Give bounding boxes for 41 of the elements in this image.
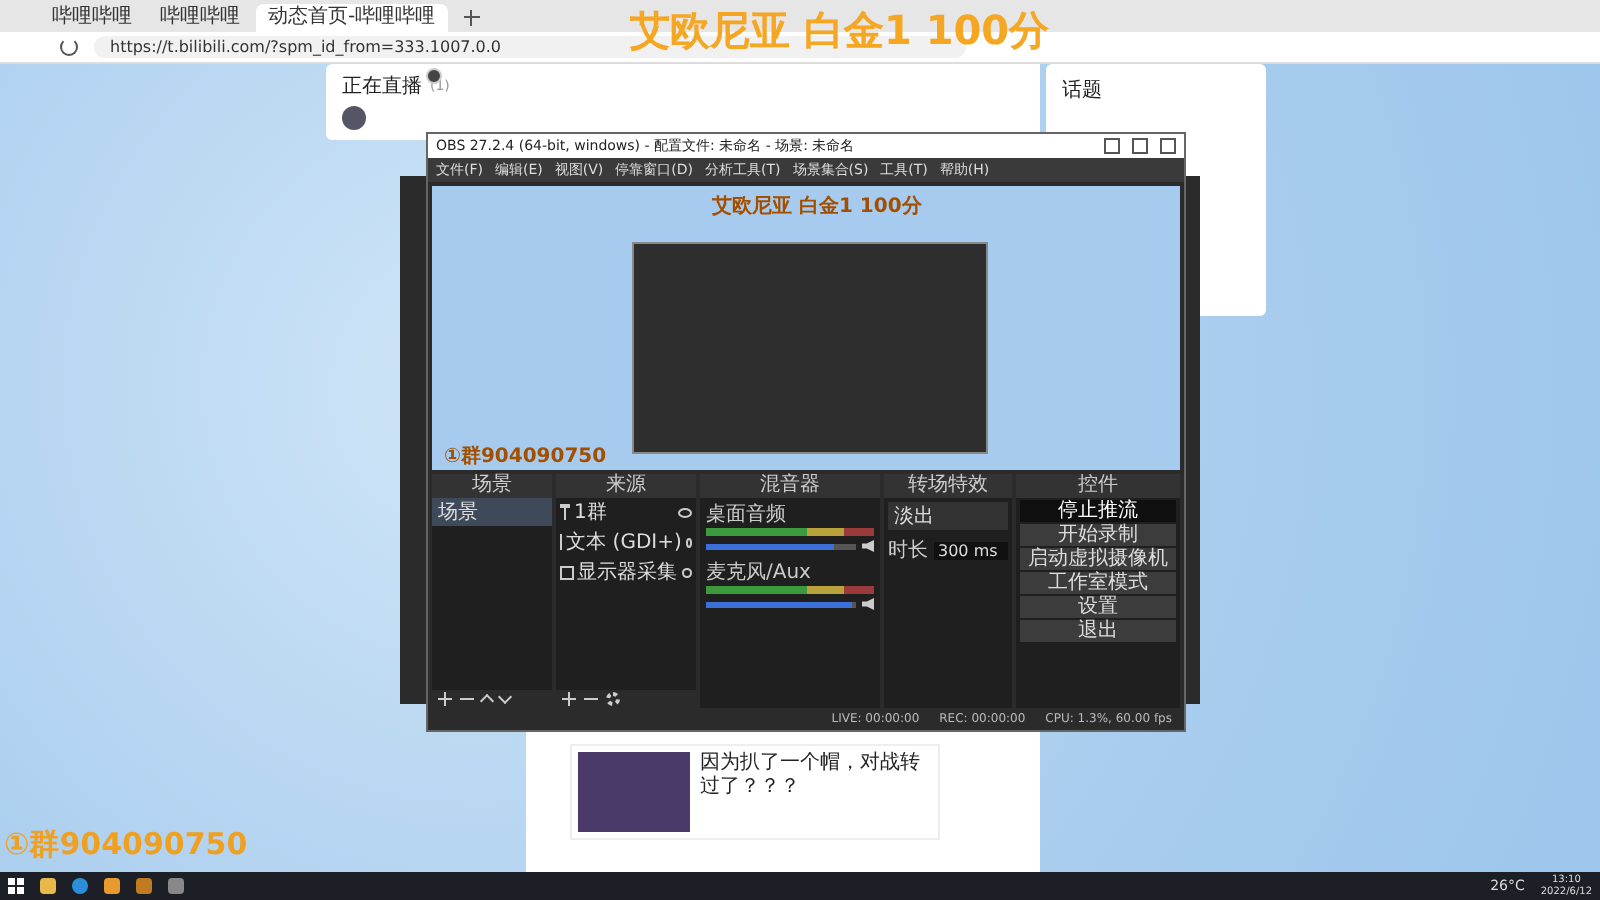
group-number-text: ①群904090750 [4,826,248,864]
video-thumbnail-placeholder[interactable] [578,752,690,832]
card-title: 话题 [1062,77,1104,104]
track-name: 麦克风/Aux [706,559,813,586]
browser-tab[interactable]: 哔哩哔哩 [40,3,144,31]
transition-select[interactable]: 淡出 [888,502,1008,530]
monitor-icon [560,565,574,579]
browser-tab[interactable]: 动态首页-哔哩哔哩 [256,3,448,31]
track-name: 桌面音频 [706,501,788,528]
control-button[interactable]: 退出 [1020,620,1176,642]
dock-header: 控件 [1016,474,1180,498]
dock-header: 混音器 [700,474,880,498]
control-button[interactable]: 停止推流 [1020,500,1176,522]
preview-overlay-title: 艾欧尼亚 白金1 100分 [712,193,922,220]
dock-header: 来源 [556,474,696,498]
source-item[interactable]: 显示器采集 [577,558,678,586]
avatar-icon [342,106,366,130]
dock-header: 场景 [432,474,552,498]
windows-start-icon[interactable] [8,878,24,894]
add-icon[interactable] [562,692,576,706]
preview-group-text: ①群904090750 [444,443,607,470]
control-button[interactable]: 启动虚拟摄像机 [1020,548,1176,570]
maximize-icon[interactable] [1132,138,1148,154]
scene-item[interactable]: 场景 [432,498,552,526]
browser-tab[interactable]: 哔哩哔哩 [148,3,252,31]
post-title[interactable]: 因为扒了一个帽，对战转过了？？？ [700,752,932,832]
source-item[interactable]: 1群 [574,498,674,526]
duration-field[interactable]: 300 ms [934,541,1008,559]
control-button[interactable]: 设置 [1020,596,1176,618]
add-icon[interactable] [438,692,452,706]
card-title: 正在直播 [342,73,422,100]
speaker-icon[interactable] [862,598,874,610]
dock-header: 转场特效 [884,474,1012,498]
source-item[interactable]: 文本 (GDI+) [566,528,682,556]
control-button[interactable]: 开始录制 [1020,524,1176,546]
duration-label: 时长 [888,537,928,564]
reload-icon[interactable] [60,37,78,56]
browser-icon[interactable] [72,878,88,894]
speaker-icon[interactable] [862,540,874,552]
close-icon[interactable] [1160,138,1176,154]
control-button[interactable]: 工作室模式 [1020,572,1176,594]
